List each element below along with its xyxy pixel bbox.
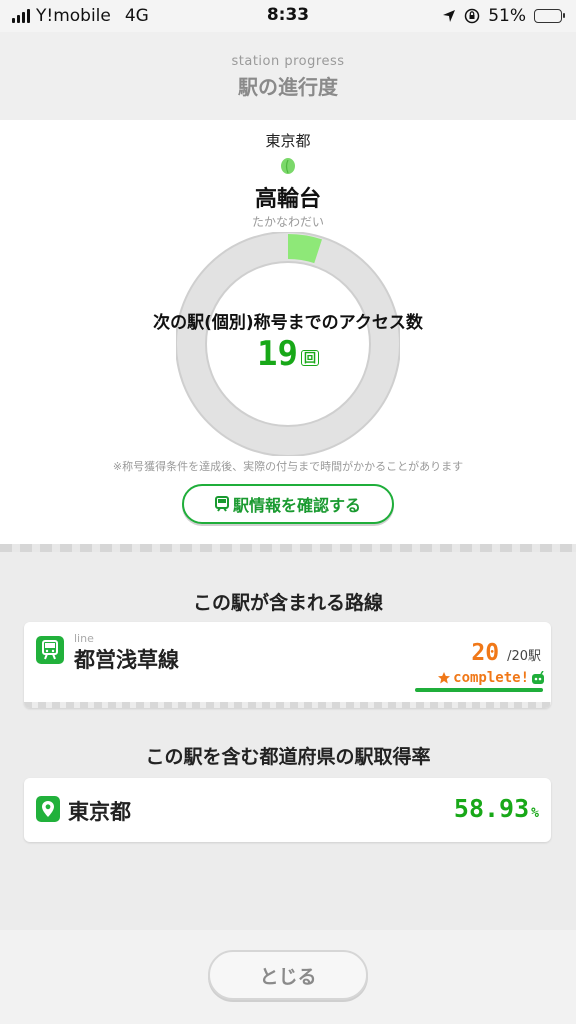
- station-prefecture: 東京都: [265, 132, 311, 150]
- station-info-label: 駅情報を確認する: [232, 496, 361, 515]
- line-acquired-count: 20: [471, 640, 500, 666]
- close-button-label: とじる: [259, 965, 317, 988]
- leaf-icon: [281, 158, 295, 174]
- rotation-lock-icon: [464, 8, 480, 24]
- status-bar: Y!mobile 4G 8:33 51%: [0, 0, 576, 32]
- page-title: 駅の進行度: [238, 75, 338, 99]
- prefecture-rate-unit: %: [531, 806, 539, 821]
- line-total-count: /20駅: [507, 649, 541, 664]
- prefecture-section-title: この駅を含む都道府県の駅取得率: [145, 746, 431, 768]
- progress-note: ※称号獲得条件を達成後、実際の付与まで時間がかかることがあります: [112, 460, 464, 473]
- line-card[interactable]: line 都営浅草線 20/20駅 complete!: [24, 622, 551, 708]
- complete-badge: complete!: [437, 670, 545, 686]
- station-progress-panel: 東京都 高輪台 たかなわだい 次の駅(個別)称号までのアクセス数 19 回 ※称号…: [0, 120, 576, 544]
- lines-section-title: この駅が含まれる路線: [192, 592, 383, 614]
- section-divider: [0, 544, 576, 552]
- access-count-unit: 回: [300, 350, 319, 366]
- header-subtitle: station progress: [231, 54, 345, 69]
- access-count: 19 回: [0, 334, 576, 374]
- progress-label: 次の駅(個別)称号までのアクセス数: [153, 313, 423, 333]
- star-icon: [438, 672, 451, 684]
- complete-bar: [415, 688, 543, 692]
- battery-icon: [534, 9, 565, 23]
- prefecture-card[interactable]: 東京都 58.93%: [24, 778, 551, 842]
- location-arrow-icon: [443, 10, 456, 22]
- close-button[interactable]: とじる: [208, 950, 368, 1000]
- train-icon: [36, 636, 64, 664]
- station-name: 高輪台: [254, 187, 321, 212]
- prefecture-rate: 58.93%: [454, 794, 539, 823]
- battery-percent: 51%: [488, 6, 526, 26]
- complete-label: complete!: [453, 670, 529, 686]
- station-reading: たかなわだい: [251, 215, 324, 229]
- map-pin-icon: [36, 796, 60, 822]
- mascot-icon: [532, 671, 544, 684]
- station-info-button[interactable]: 駅情報を確認する: [182, 484, 394, 524]
- train-icon: [214, 496, 229, 512]
- line-station-count: 20/20駅: [471, 640, 541, 666]
- access-count-value: 19: [257, 334, 298, 374]
- prefecture-name: 東京都: [68, 800, 131, 824]
- page-header: station progress 駅の進行度: [0, 32, 576, 120]
- prefecture-rate-value: 58.93: [453, 794, 530, 823]
- line-name: 都営浅草線: [74, 648, 179, 672]
